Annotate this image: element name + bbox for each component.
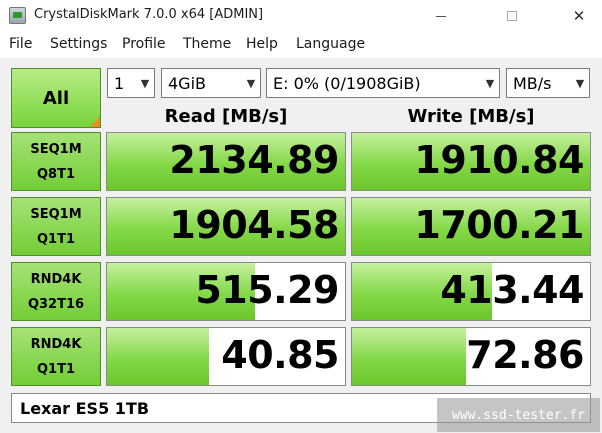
chevron-down-icon: ▼	[246, 76, 256, 90]
maximize-button[interactable]	[489, 0, 535, 32]
comment-text: Lexar ES5 1TB	[20, 398, 150, 418]
test-name: RND4K	[30, 271, 82, 287]
read-column-header: Read [MB/s]	[164, 106, 288, 127]
write-speed-value: 1700.21	[414, 203, 584, 247]
read-speed-value: 1904.58	[169, 203, 339, 247]
test-params: Q1T1	[36, 231, 75, 247]
window-title: CrystalDiskMark 7.0.0 x64 [ADMIN]	[34, 7, 264, 22]
read-speed-value: 40.85	[221, 333, 339, 377]
watermark-text: www.ssd-tester.fr	[451, 407, 586, 423]
write-speed-value: 1910.84	[414, 138, 584, 182]
test-name: SEQ1M	[30, 206, 82, 222]
close-icon: ✕	[572, 7, 586, 25]
write-speed-value: 72.86	[466, 333, 584, 377]
write-result-rnd4k-q1t1: 72.86	[351, 327, 591, 386]
menu-bar: File Settings Profile Theme Help Languag…	[0, 32, 602, 58]
test-button-seq1m-q1t1[interactable]: SEQ1M Q1T1	[11, 197, 101, 256]
test-count-select[interactable]: 1 ▼	[107, 68, 155, 98]
menu-profile[interactable]: Profile	[122, 36, 166, 52]
menu-language[interactable]: Language	[296, 36, 365, 52]
run-all-button[interactable]: All	[11, 68, 101, 128]
test-name: RND4K	[30, 336, 82, 352]
write-speed-bar	[352, 328, 467, 385]
test-params: Q32T16	[27, 296, 85, 312]
chevron-down-icon: ▼	[485, 76, 495, 90]
test-params: Q8T1	[36, 166, 75, 182]
test-name: SEQ1M	[30, 141, 82, 157]
read-result-rnd4k-q32t16: 515.29	[106, 262, 346, 321]
minimize-button[interactable]	[418, 0, 464, 32]
read-result-rnd4k-q1t1: 40.85	[106, 327, 346, 386]
write-result-rnd4k-q32t16: 413.44	[351, 262, 591, 321]
read-speed-bar	[107, 328, 210, 385]
write-speed-value: 413.44	[440, 268, 584, 312]
title-bar: CrystalDiskMark 7.0.0 x64 [ADMIN] ✕	[0, 0, 602, 32]
drive-value: E: 0% (0/1908GiB)	[273, 73, 421, 93]
read-speed-value: 515.29	[195, 268, 339, 312]
maximize-icon	[507, 11, 517, 21]
menu-theme[interactable]: Theme	[183, 36, 231, 52]
test-count-value: 1	[114, 73, 125, 93]
chevron-down-icon: ▼	[575, 76, 585, 90]
app-icon	[9, 7, 26, 24]
test-button-rnd4k-q32t16[interactable]: RND4K Q32T16	[11, 262, 101, 321]
read-speed-value: 2134.89	[169, 138, 339, 182]
write-column-header: Write [MB/s]	[407, 106, 535, 127]
write-result-seq1m-q8t1: 1910.84	[351, 132, 591, 191]
run-all-label: All	[42, 87, 70, 109]
close-button[interactable]: ✕	[556, 0, 602, 32]
test-params: Q1T1	[36, 361, 75, 377]
read-result-seq1m-q8t1: 2134.89	[106, 132, 346, 191]
corner-indicator-icon	[90, 117, 100, 127]
menu-help[interactable]: Help	[246, 36, 278, 52]
watermark: www.ssd-tester.fr	[437, 398, 600, 432]
test-size-value: 4GiB	[168, 73, 206, 93]
menu-file[interactable]: File	[9, 36, 32, 52]
drive-select[interactable]: E: 0% (0/1908GiB) ▼	[266, 68, 500, 98]
test-button-rnd4k-q1t1[interactable]: RND4K Q1T1	[11, 327, 101, 386]
test-size-select[interactable]: 4GiB ▼	[161, 68, 261, 98]
chevron-down-icon: ▼	[140, 76, 150, 90]
unit-value: MB/s	[513, 73, 552, 93]
minimize-icon	[436, 15, 446, 17]
unit-select[interactable]: MB/s ▼	[506, 68, 590, 98]
read-result-seq1m-q1t1: 1904.58	[106, 197, 346, 256]
menu-settings[interactable]: Settings	[50, 36, 107, 52]
write-result-seq1m-q1t1: 1700.21	[351, 197, 591, 256]
test-button-seq1m-q8t1[interactable]: SEQ1M Q8T1	[11, 132, 101, 191]
